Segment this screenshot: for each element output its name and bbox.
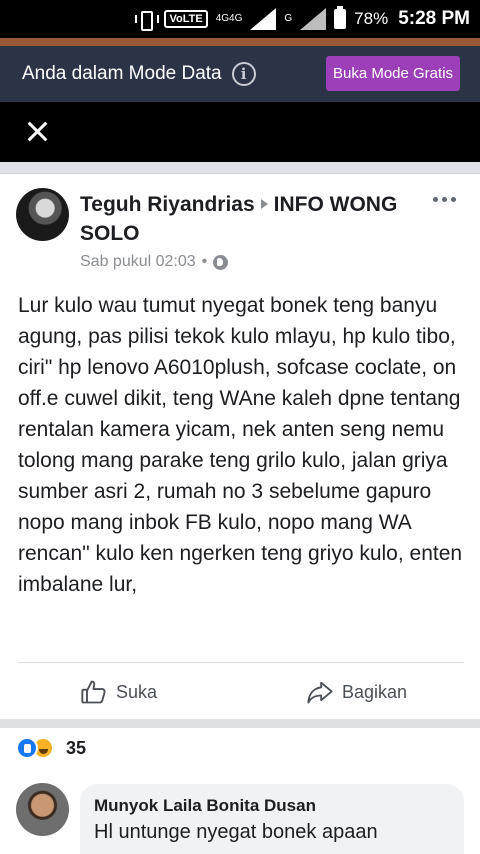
secondary-network-label: G	[284, 13, 293, 24]
app-screen: VoLTE 4G 4G G 78% 5:28 PM Anda dalam Mod…	[0, 0, 480, 854]
more-options-icon[interactable]	[433, 197, 456, 202]
free-mode-button[interactable]: Buka Mode Gratis	[326, 56, 460, 91]
data-mode-text: Anda dalam Mode Data	[22, 63, 222, 84]
network-type-bottom: 4G	[229, 13, 243, 24]
post-meta: Sab pukul 02:03 •	[80, 253, 229, 271]
info-icon[interactable]: i	[231, 62, 256, 86]
like-reaction-icon	[16, 737, 38, 759]
meta-separator: •	[201, 253, 208, 270]
like-label: Suka	[116, 681, 158, 702]
close-bar	[0, 102, 480, 162]
network-type-top: 4G	[215, 13, 230, 24]
globe-icon	[213, 254, 229, 270]
reaction-count: 35	[66, 737, 87, 758]
thumbs-up-icon	[81, 680, 106, 704]
battery-icon	[334, 6, 347, 29]
commenter-avatar[interactable]	[16, 783, 69, 836]
post-divider	[18, 662, 464, 663]
comment-text: Hl untunge nyegat bonek apaan	[94, 821, 378, 843]
arrow-right-icon	[260, 199, 268, 210]
author-name[interactable]: Teguh Riyandrias	[80, 193, 255, 216]
carrier-strip	[0, 38, 480, 46]
like-button[interactable]: Suka	[80, 675, 157, 709]
comment-bubble: Munyok Laila Bonita Dusan Hl untunge nye…	[80, 784, 464, 854]
reaction-summary[interactable]: 35	[16, 737, 86, 759]
signal-strength-icon	[250, 8, 277, 30]
vibrate-icon	[134, 9, 160, 31]
data-mode-banner: Anda dalam Mode Data i Buka Mode Gratis	[0, 46, 480, 102]
share-arrow-icon	[307, 681, 333, 704]
share-button[interactable]: Bagikan	[306, 675, 407, 709]
network-type-indicator: 4G 4G	[216, 14, 243, 24]
author-avatar[interactable]	[16, 188, 69, 241]
secondary-signal-icon	[300, 8, 327, 30]
post-header: Teguh Riyandrias INFO WONG SOLO	[80, 190, 400, 248]
section-divider	[0, 162, 480, 174]
reactions-divider	[0, 719, 480, 728]
volte-badge: VoLTE	[164, 10, 208, 28]
post-time[interactable]: Sab pukul 02:03	[80, 253, 196, 271]
close-icon[interactable]	[26, 120, 48, 142]
share-label: Bagikan	[342, 681, 408, 702]
battery-percent: 78%	[354, 9, 389, 28]
post-body: Lur kulo wau tumut nyegat bonek teng ban…	[18, 294, 463, 596]
clock: 5:28 PM	[398, 8, 470, 29]
commenter-name[interactable]: Munyok Laila Bonita Dusan	[94, 794, 450, 818]
status-bar: VoLTE 4G 4G G 78% 5:28 PM	[0, 0, 480, 38]
